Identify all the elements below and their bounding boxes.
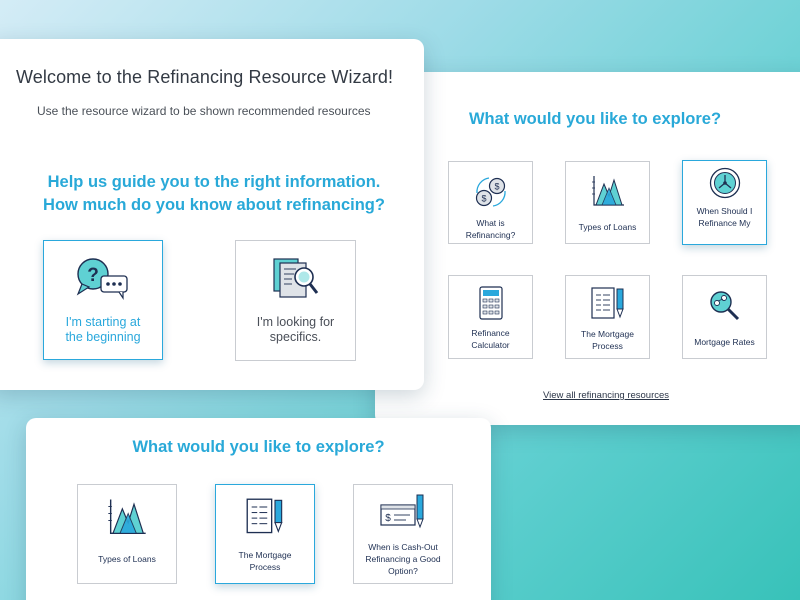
option-starting-at-beginning[interactable]: ? I'm starting at the beginning [43,240,163,360]
document-pen-icon [590,287,624,319]
tile-label-line1: Types of Loans [98,554,156,564]
document-pen-icon [246,498,283,534]
tile-label-line2: Refinancing? [465,230,516,240]
option-looking-for-specifics[interactable]: I'm looking for specifics. [235,240,356,361]
document-magnifier-icon [272,258,318,298]
tile-label-line2: Refinance My [698,218,751,228]
tile-mortgage-rates[interactable]: Mortgage Rates [682,275,767,359]
calculator-icon [478,286,503,320]
wizard-question-line2: How much do you know about refinancing? [43,196,385,214]
svg-text:$: $ [385,513,391,524]
tile-label-line1: The Mortgage [238,550,292,560]
tile-what-is-refinancing[interactable]: $ $ What is Refinancing? [448,161,533,244]
tile-when-should-i-refinance[interactable]: When Should I Refinance My [682,160,767,245]
tile-refinance-calculator[interactable]: Refinance Calculator [448,275,533,359]
wizard-title: Welcome to the Refinancing Resource Wiza… [16,67,394,87]
clock-icon [709,167,740,199]
question-chat-icon: ? [76,258,128,300]
tile-label-line1: When Should I [696,206,753,216]
tile-label-line1: Mortgage Rates [694,337,755,347]
tile-label-line3: Option? [388,566,418,576]
explore-heading: What would you like to explore? [132,438,385,456]
tile-label-line1: Refinance [471,328,510,338]
explore-card: What would you like to explore? $ $ What… [375,72,800,425]
tile-label-line1: When is Cash-Out [368,542,438,552]
tile-label-line2: Calculator [471,340,510,350]
svg-text:$: $ [494,182,499,192]
wizard-question-line1: Help us guide you to the right informati… [47,173,381,191]
coins-exchange-icon: $ $ [475,177,506,207]
mountain-chart-icon [591,176,624,206]
check-pen-icon: $ [380,494,424,529]
magnifier-icon [709,291,739,321]
tile-label-line2: Refinancing a Good [365,554,441,564]
tile-the-mortgage-process[interactable]: The Mortgage Process [565,275,650,359]
option-label-line2: specifics. [269,330,322,344]
option-label-line1: I'm looking for [256,315,335,329]
tile-label-line2: Process [592,341,623,351]
tile-types-of-loans[interactable]: Types of Loans [565,161,650,244]
view-all-resources-link[interactable]: View all refinancing resources [543,390,669,401]
wizard-subtitle: Use the resource wizard to be shown reco… [37,104,371,118]
tile-label-line1: The Mortgage [581,329,634,339]
wizard-question: Help us guide you to the right informati… [14,171,414,217]
tile-label-line2: Process [249,562,281,572]
tile-label-line1: What is [476,218,505,228]
svg-text:?: ? [87,265,99,286]
tile-cash-out-refinancing[interactable]: $ When is Cash-Out Refinancing a Good Op… [353,484,453,584]
explore-heading: What would you like to explore? [468,110,722,128]
tile-label-line1: Types of Loans [578,222,637,232]
option-label-line2: the beginning [65,330,141,344]
tile-the-mortgage-process[interactable]: The Mortgage Process [215,484,315,584]
explore-bottom-card: What would you like to explore? Types of… [26,418,491,600]
option-label-line1: I'm starting at [65,315,141,329]
tile-types-of-loans[interactable]: Types of Loans [77,484,177,584]
mountain-chart-icon [108,499,146,535]
svg-text:$: $ [481,194,486,204]
wizard-card: Welcome to the Refinancing Resource Wiza… [0,39,424,390]
